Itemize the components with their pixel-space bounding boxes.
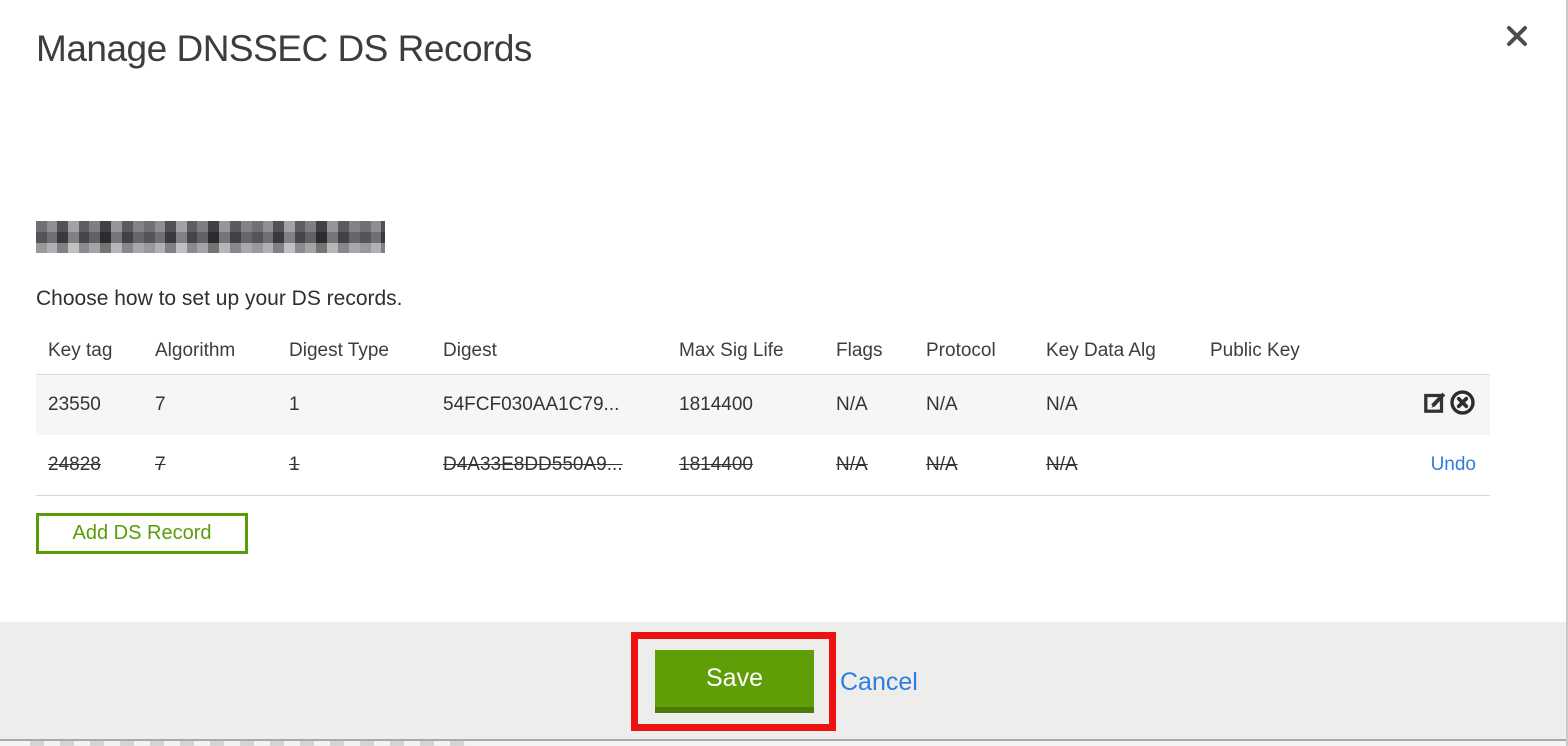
cell-flags: N/A: [836, 454, 868, 475]
cell-key-data-alg: N/A: [1046, 394, 1078, 415]
cell-key-tag: 24828: [48, 454, 101, 475]
column-header-key-data-alg: Key Data Alg: [1046, 340, 1156, 361]
ds-records-table: Key tag Algorithm Digest Type Digest Max…: [36, 328, 1490, 496]
close-icon: [1504, 23, 1530, 54]
column-header-public-key: Public Key: [1210, 340, 1300, 361]
table-header-row: Key tag Algorithm Digest Type Digest Max…: [36, 328, 1490, 374]
edit-record-button[interactable]: [1422, 389, 1448, 421]
column-header-algorithm: Algorithm: [155, 340, 236, 361]
save-button[interactable]: Save: [655, 650, 814, 713]
cell-algorithm: 7: [155, 394, 166, 415]
cell-algorithm: 7: [155, 454, 166, 475]
cell-protocol: N/A: [926, 454, 958, 475]
cell-digest: 54FCF030AA1C79...: [443, 394, 620, 415]
cell-max-sig-life: 1814400: [679, 394, 753, 415]
cell-digest-type: 1: [289, 454, 300, 475]
edit-icon: [1422, 389, 1448, 421]
close-button[interactable]: [1499, 20, 1535, 56]
column-header-max-sig-life: Max Sig Life: [679, 340, 784, 361]
domain-name-redacted: [36, 221, 385, 253]
cell-max-sig-life: 1814400: [679, 454, 753, 475]
add-ds-record-button[interactable]: Add DS Record: [36, 513, 248, 554]
page-title: Manage DNSSEC DS Records: [36, 28, 532, 69]
manage-dnssec-modal: Manage DNSSEC DS Records Choose how to s…: [0, 0, 1568, 746]
column-header-flags: Flags: [836, 340, 883, 361]
column-header-protocol: Protocol: [926, 340, 996, 361]
column-header-digest: Digest: [443, 340, 497, 361]
delete-icon: [1449, 389, 1476, 422]
table-row-deleted: 24828 7 1 D4A33E8DD550A9... 1814400 N/A …: [36, 435, 1490, 496]
background-content-peek: [30, 741, 470, 746]
cell-key-data-alg: N/A: [1046, 454, 1078, 475]
cell-flags: N/A: [836, 394, 868, 415]
intro-text: Choose how to set up your DS records.: [36, 287, 403, 310]
delete-record-button[interactable]: [1449, 389, 1476, 422]
cancel-link[interactable]: Cancel: [840, 668, 918, 697]
column-header-key-tag: Key tag: [48, 340, 113, 361]
undo-link[interactable]: Undo: [1431, 454, 1476, 476]
cell-digest-type: 1: [289, 394, 300, 415]
cell-digest: D4A33E8DD550A9...: [443, 454, 623, 475]
column-header-digest-type: Digest Type: [289, 340, 389, 361]
table-row: 23550 7 1 54FCF030AA1C79... 1814400 N/A …: [36, 374, 1490, 435]
cell-protocol: N/A: [926, 394, 958, 415]
cell-key-tag: 23550: [48, 394, 101, 415]
